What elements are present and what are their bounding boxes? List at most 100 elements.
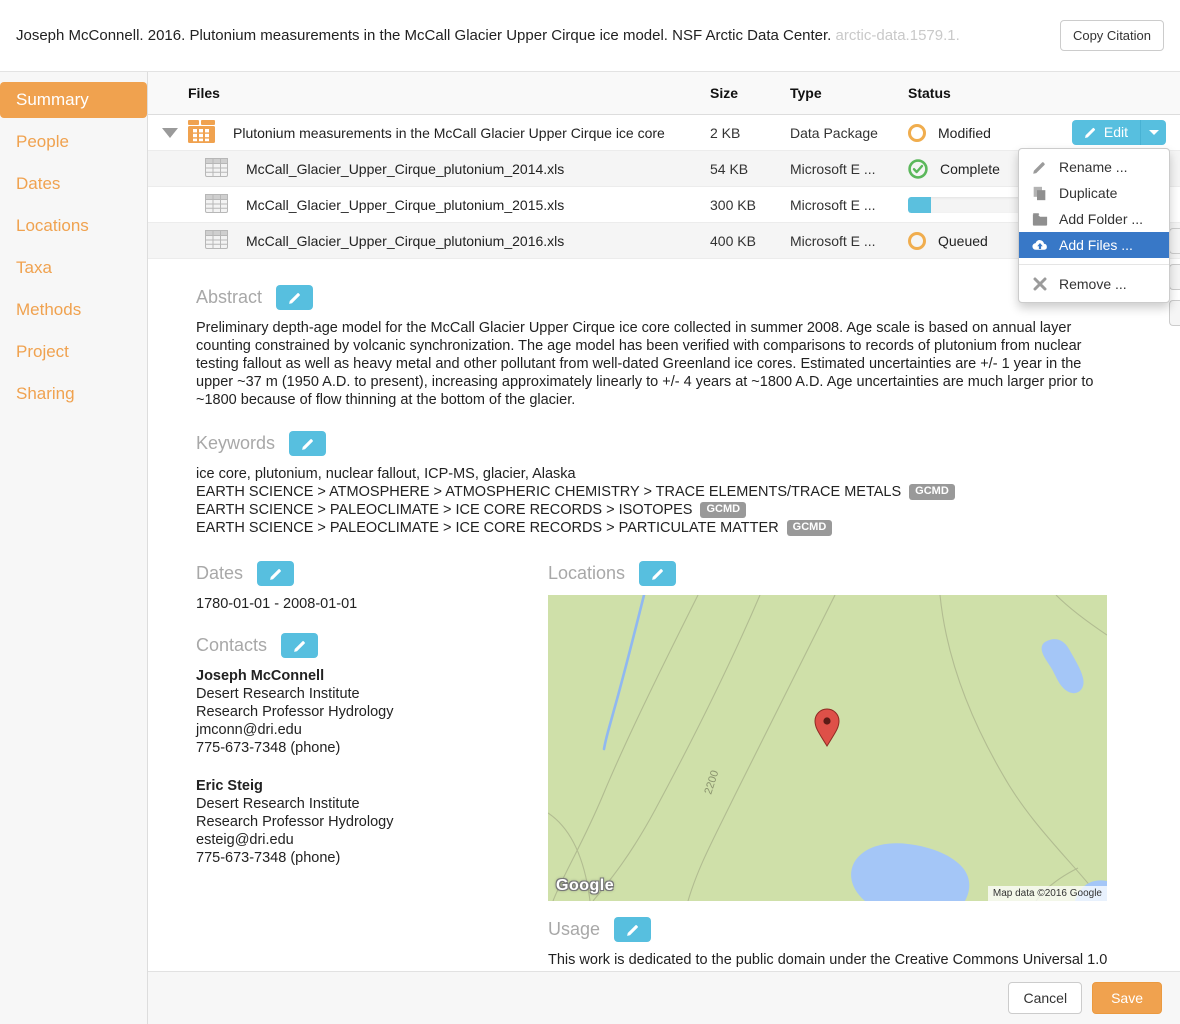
edit-button-clipped[interactable] xyxy=(1169,228,1180,254)
locations-map[interactable]: 2200 Google Map da xyxy=(548,595,1107,901)
keyword-gcmd-2: EARTH SCIENCE > PALEOCLIMATE > ICE CORE … xyxy=(196,501,692,519)
keywords-plain: ice core, plutonium, nuclear fallout, IC… xyxy=(196,465,1132,483)
pencil-icon xyxy=(1031,159,1048,176)
contact-name: Eric Steig xyxy=(196,777,548,795)
file-type: Microsoft E ... xyxy=(790,161,908,177)
citation-text: Joseph McConnell. 2016. Plutonium measur… xyxy=(16,27,960,44)
file-name: McCall_Glacier_Upper_Cirque_plutonium_20… xyxy=(246,197,564,213)
keywords-heading: Keywords xyxy=(196,433,275,454)
dates-heading: Dates xyxy=(196,563,243,584)
file-status-cell: Modified Edit xyxy=(908,115,1180,150)
column-size: Size xyxy=(710,85,790,101)
metadata-editor-app: Joseph McConnell. 2016. Plutonium measur… xyxy=(0,0,1180,1024)
edit-usage-button[interactable] xyxy=(614,917,651,942)
abstract-text: Preliminary depth-age model for the McCa… xyxy=(196,319,1111,409)
contacts-heading: Contacts xyxy=(196,635,267,656)
sidebar: Summary People Dates Locations Taxa Meth… xyxy=(0,72,148,1024)
upload-progress-fill xyxy=(908,197,931,213)
sidebar-item-people[interactable]: People xyxy=(0,124,147,160)
sidebar-item-locations[interactable]: Locations xyxy=(0,208,147,244)
pencil-icon xyxy=(269,567,283,581)
edit-button-clipped[interactable] xyxy=(1169,300,1180,326)
contact-title: Research Professor Hydrology xyxy=(196,703,548,721)
contact-org: Desert Research Institute xyxy=(196,685,548,703)
pencil-icon xyxy=(651,567,665,581)
sidebar-item-dates[interactable]: Dates xyxy=(0,166,147,202)
contact-phone: 775-673-7348 (phone) xyxy=(196,849,548,867)
gcmd-badge: GCMD xyxy=(787,520,833,536)
status-complete-icon xyxy=(908,159,928,179)
editor-footer: Cancel Save xyxy=(148,971,1180,1024)
keyword-gcmd-1: EARTH SCIENCE > ATMOSPHERE > ATMOSPHERIC… xyxy=(196,483,901,501)
terrain-map: 2200 xyxy=(548,595,1107,901)
left-column: Dates 1780-01-01 - 2008-01-01 Contacts xyxy=(196,561,548,971)
menu-item-rename[interactable]: Rename ... xyxy=(1019,154,1169,180)
gcmd-badge: GCMD xyxy=(909,484,955,500)
spreadsheet-icon xyxy=(205,194,228,216)
edit-abstract-button[interactable] xyxy=(276,285,313,310)
file-type: Microsoft E ... xyxy=(790,197,908,213)
column-files: Files xyxy=(148,85,710,101)
edit-contacts-button[interactable] xyxy=(281,633,318,658)
cloud-upload-icon xyxy=(1031,237,1048,254)
citation-main: Joseph McConnell. 2016. Plutonium measur… xyxy=(16,27,831,44)
citation-identifier: arctic-data.1579.1. xyxy=(836,27,960,44)
file-size: 54 KB xyxy=(710,161,790,177)
keyword-gcmd-3: EARTH SCIENCE > PALEOCLIMATE > ICE CORE … xyxy=(196,519,779,537)
pencil-icon xyxy=(301,437,315,451)
sidebar-item-sharing[interactable]: Sharing xyxy=(0,376,147,412)
expand-collapse-icon[interactable] xyxy=(162,128,178,138)
column-status: Status xyxy=(908,85,1180,101)
map-attribution: Map data ©2016 Google xyxy=(988,886,1107,901)
status-queued-icon xyxy=(908,232,926,250)
pencil-icon xyxy=(1084,126,1097,139)
gcmd-badge: GCMD xyxy=(700,502,746,518)
google-logo: Google xyxy=(556,877,614,895)
edit-split-button[interactable]: Edit xyxy=(1072,120,1166,145)
sidebar-item-project[interactable]: Project xyxy=(0,334,147,370)
table-row-data-package[interactable]: Plutonium measurements in the McCall Gla… xyxy=(148,115,1180,151)
edit-keywords-button[interactable] xyxy=(289,431,326,456)
edit-button-clipped[interactable] xyxy=(1169,264,1180,290)
menu-item-add-files[interactable]: Add Files ... xyxy=(1019,232,1169,258)
status-label: Complete xyxy=(940,161,1000,177)
sidebar-item-summary[interactable]: Summary xyxy=(0,82,147,118)
edit-locations-button[interactable] xyxy=(639,561,676,586)
date-range: 1780-01-01 - 2008-01-01 xyxy=(196,595,548,613)
menu-item-remove[interactable]: Remove ... xyxy=(1019,271,1169,297)
file-type: Data Package xyxy=(790,125,908,141)
edit-dropdown-toggle[interactable] xyxy=(1140,120,1166,145)
spreadsheet-icon xyxy=(205,230,228,252)
remove-icon xyxy=(1031,276,1048,293)
contact-email: esteig@dri.edu xyxy=(196,831,548,849)
menu-item-add-folder[interactable]: Add Folder ... xyxy=(1019,206,1169,232)
contact-org: Desert Research Institute xyxy=(196,795,548,813)
pencil-icon xyxy=(626,923,640,937)
duplicate-icon xyxy=(1031,185,1048,202)
save-button[interactable]: Save xyxy=(1092,982,1162,1014)
edit-button[interactable]: Edit xyxy=(1072,120,1140,145)
menu-item-duplicate[interactable]: Duplicate xyxy=(1019,180,1169,206)
edit-dropdown-menu: Rename ... Duplicate Add Folder ... Add … xyxy=(1018,148,1170,303)
cancel-button[interactable]: Cancel xyxy=(1008,982,1082,1014)
data-package-icon xyxy=(188,120,215,146)
file-table-header: Files Size Type Status xyxy=(148,72,1180,115)
sidebar-item-taxa[interactable]: Taxa xyxy=(0,250,147,286)
edit-dates-button[interactable] xyxy=(257,561,294,586)
file-size: 2 KB xyxy=(710,125,790,141)
file-name: McCall_Glacier_Upper_Cirque_plutonium_20… xyxy=(246,161,564,177)
usage-heading: Usage xyxy=(548,919,600,940)
status-label: Queued xyxy=(938,233,988,249)
citation-bar: Joseph McConnell. 2016. Plutonium measur… xyxy=(0,0,1180,72)
caret-down-icon xyxy=(1149,130,1159,135)
pencil-icon xyxy=(288,291,302,305)
sidebar-item-methods[interactable]: Methods xyxy=(0,292,147,328)
file-size: 300 KB xyxy=(710,197,790,213)
contact-phone: 775-673-7348 (phone) xyxy=(196,739,548,757)
file-size: 400 KB xyxy=(710,233,790,249)
status-modified-icon xyxy=(908,124,926,142)
keywords-list: ice core, plutonium, nuclear fallout, IC… xyxy=(196,465,1132,537)
file-type: Microsoft E ... xyxy=(790,233,908,249)
contact-name: Joseph McConnell xyxy=(196,667,548,685)
copy-citation-button[interactable]: Copy Citation xyxy=(1060,20,1164,51)
